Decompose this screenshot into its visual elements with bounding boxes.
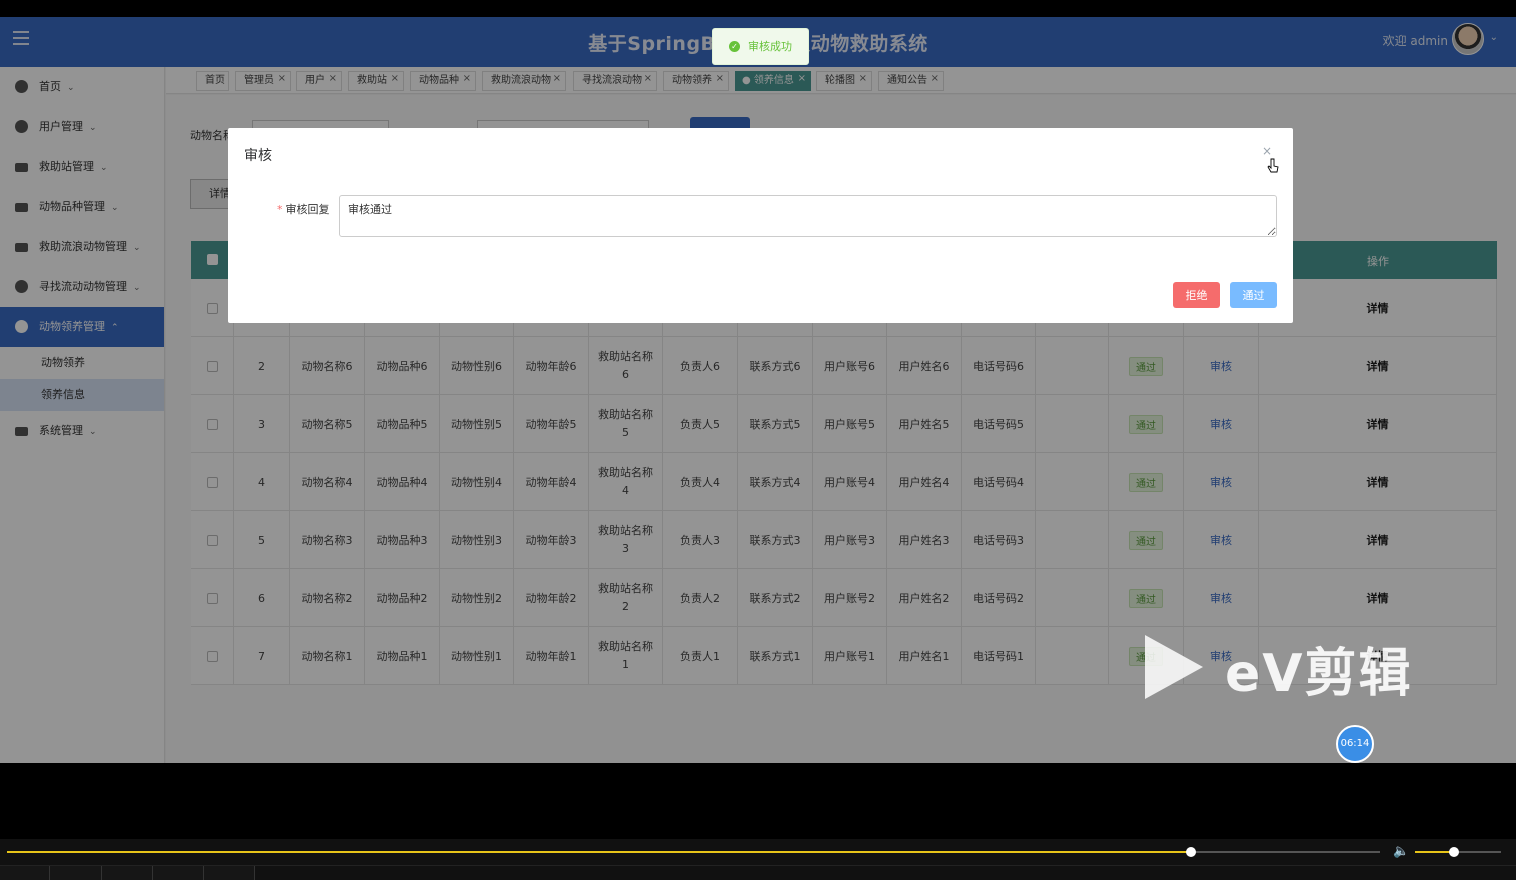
ev-watermark: eV剪辑 (1145, 635, 1435, 705)
record-timer: 06:14 (1336, 725, 1374, 763)
control-slot[interactable] (204, 866, 255, 880)
video-player-bar: 🔈 (0, 839, 1516, 880)
volume-icon[interactable]: 🔈 (1393, 844, 1409, 859)
player-controls (0, 865, 1516, 880)
seek-handle[interactable] (1185, 847, 1196, 857)
control-slot[interactable] (153, 866, 204, 880)
watermark-text: eV剪辑 (1225, 644, 1413, 704)
audit-dialog: 审核 × *审核回复 拒绝 通过 (228, 128, 1293, 323)
dialog-title: 审核 (244, 148, 272, 164)
reply-textarea[interactable] (339, 195, 1277, 237)
close-icon[interactable]: × (1262, 144, 1272, 158)
volume-level (1415, 851, 1454, 853)
control-slot[interactable] (50, 866, 102, 880)
seek-bar[interactable] (7, 847, 1380, 857)
reply-label: * 审核回复 (277, 203, 330, 216)
control-slot[interactable] (0, 866, 50, 880)
seek-progress (7, 851, 1191, 853)
play-icon (1145, 635, 1203, 699)
screen: 基于SpringBoot的流浪动物救助系统 欢迎 admin ⌄ 首页⌄ 用户管… (0, 0, 1516, 880)
app-window: 基于SpringBoot的流浪动物救助系统 欢迎 admin ⌄ 首页⌄ 用户管… (0, 17, 1516, 763)
volume-handle[interactable] (1448, 847, 1459, 857)
pointer-cursor-icon (1267, 158, 1279, 173)
reject-button[interactable]: 拒绝 (1173, 282, 1220, 308)
reply-label-text: 审核回复 (285, 203, 330, 216)
volume-slider[interactable] (1415, 847, 1501, 857)
toast-message: 审核成功 (748, 40, 792, 53)
check-circle-icon: ✓ (729, 41, 740, 52)
control-slot[interactable] (102, 866, 153, 880)
pass-button[interactable]: 通过 (1230, 282, 1277, 308)
success-toast: ✓ 审核成功 (712, 28, 809, 65)
